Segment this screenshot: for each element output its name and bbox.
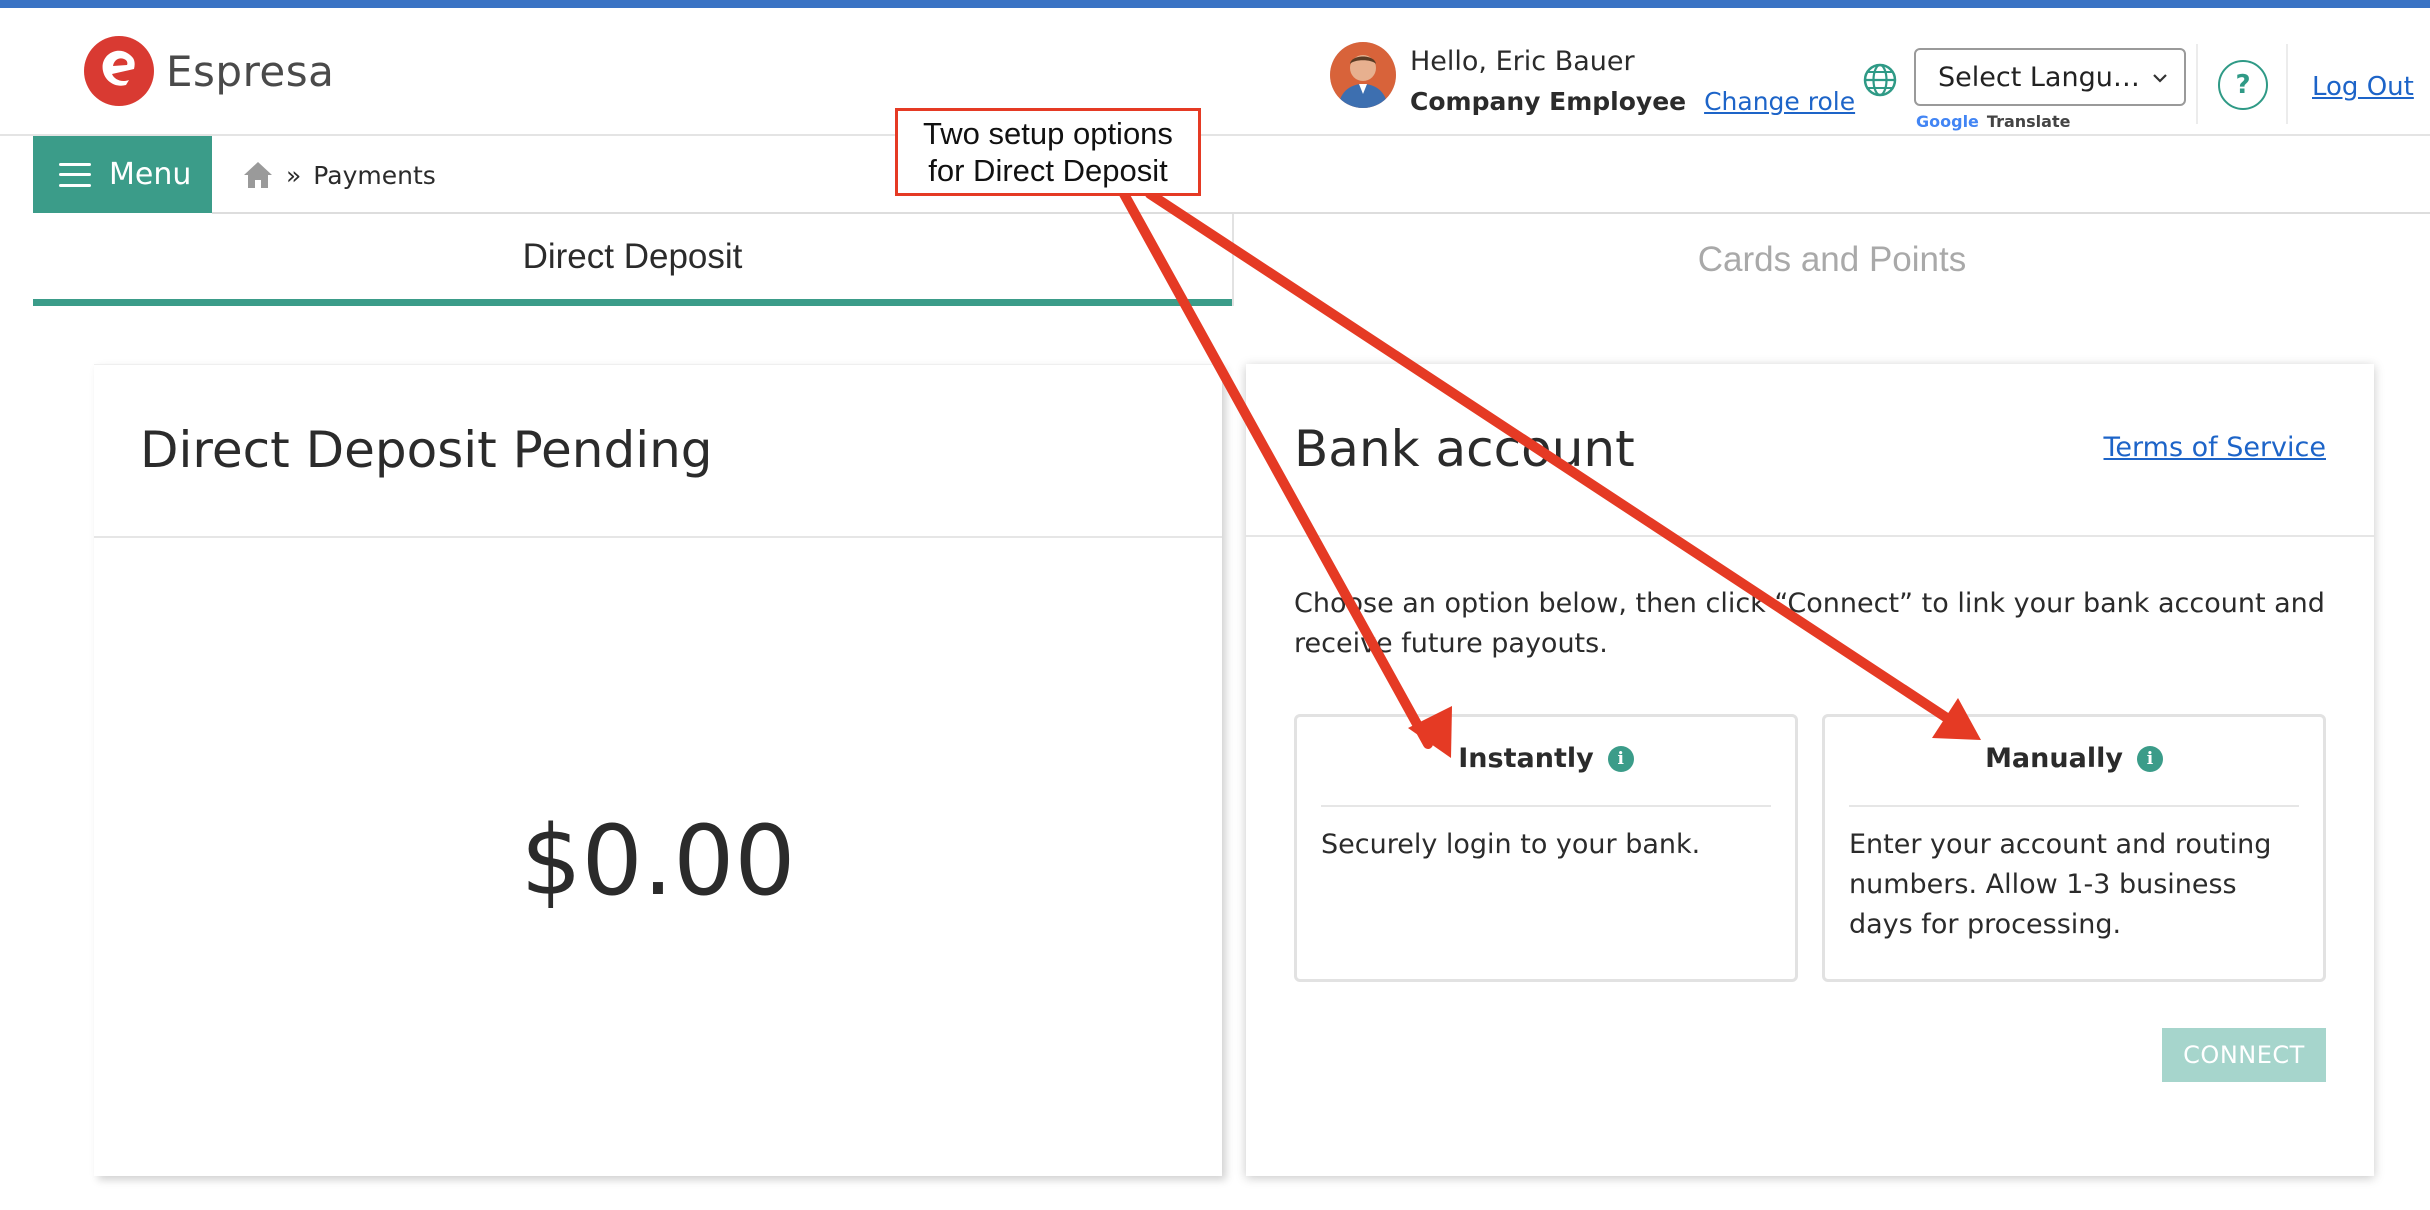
chevron-down-icon [2153,74,2167,83]
pending-card-title: Direct Deposit Pending [140,421,713,479]
help-icon: ? [2235,70,2251,100]
annotation-callout: Two setup options for Direct Deposit [895,108,1201,196]
app-header: Espresa Hello, Eric Bauer Company Employ… [0,8,2430,136]
bank-intro-text: Choose an option below, then click “Conn… [1294,588,2325,659]
direct-deposit-pending-card: Direct Deposit Pending $0.00 [94,364,1222,1176]
brand-name: Espresa [166,46,335,96]
tab-cards-and-points[interactable]: Cards and Points [1232,214,2430,306]
user-greeting: Hello, Eric Bauer [1410,46,1635,77]
top-accent-strip [0,0,2430,8]
pending-amount: $0.00 [520,805,796,917]
connect-button[interactable]: CONNECT [2162,1028,2326,1082]
logout-link[interactable]: Log Out [2312,72,2414,102]
menu-label: Menu [109,157,192,192]
breadcrumb: » Payments [242,160,436,190]
annotation-line-2: for Direct Deposit [928,153,1168,188]
espresa-logo-icon [84,36,154,106]
header-divider [2286,44,2288,124]
user-role: Company Employee [1410,87,1687,116]
bank-card-title: Bank account [1294,420,1635,478]
help-button[interactable]: ? [2218,60,2268,110]
menu-button[interactable]: Menu [33,136,212,213]
user-info: Hello, Eric Bauer Company Employee Chang… [1330,42,1855,116]
brand-logo[interactable]: Espresa [84,36,334,106]
language-select[interactable]: Select Langu… [1914,48,2186,106]
breadcrumb-current: Payments [313,160,436,190]
option-description: Enter your account and routing numbers. … [1849,829,2272,940]
header-divider [2196,44,2198,124]
home-icon[interactable] [242,160,274,190]
bank-account-card: Bank account Terms of Service Choose an … [1246,364,2374,1176]
translate-label: Translate [1986,112,2071,131]
change-role-link[interactable]: Change role [1704,87,1855,116]
terms-of-service-link[interactable]: Terms of Service [2104,432,2327,463]
breadcrumb-separator: » [286,160,302,190]
option-title: Instantly [1458,743,1594,774]
google-translate-credit[interactable]: Google Translate [1916,112,2186,131]
info-icon[interactable]: i [1607,746,1634,772]
option-title: Manually [1985,743,2123,774]
info-icon[interactable]: i [2136,746,2163,772]
option-description: Securely login to your bank. [1321,829,1701,860]
option-manually[interactable]: Manually i Enter your account and routin… [1822,714,2326,982]
google-wordmark: Google [1916,112,1979,131]
language-select-value: Select Langu… [1938,61,2140,93]
annotation-line-1: Two setup options [923,116,1173,151]
globe-icon [1863,63,1897,97]
avatar[interactable] [1330,42,1396,108]
tab-direct-deposit[interactable]: Direct Deposit [33,214,1232,306]
hamburger-icon [59,162,91,187]
option-instantly[interactable]: Instantly i Securely login to your bank. [1294,714,1798,982]
